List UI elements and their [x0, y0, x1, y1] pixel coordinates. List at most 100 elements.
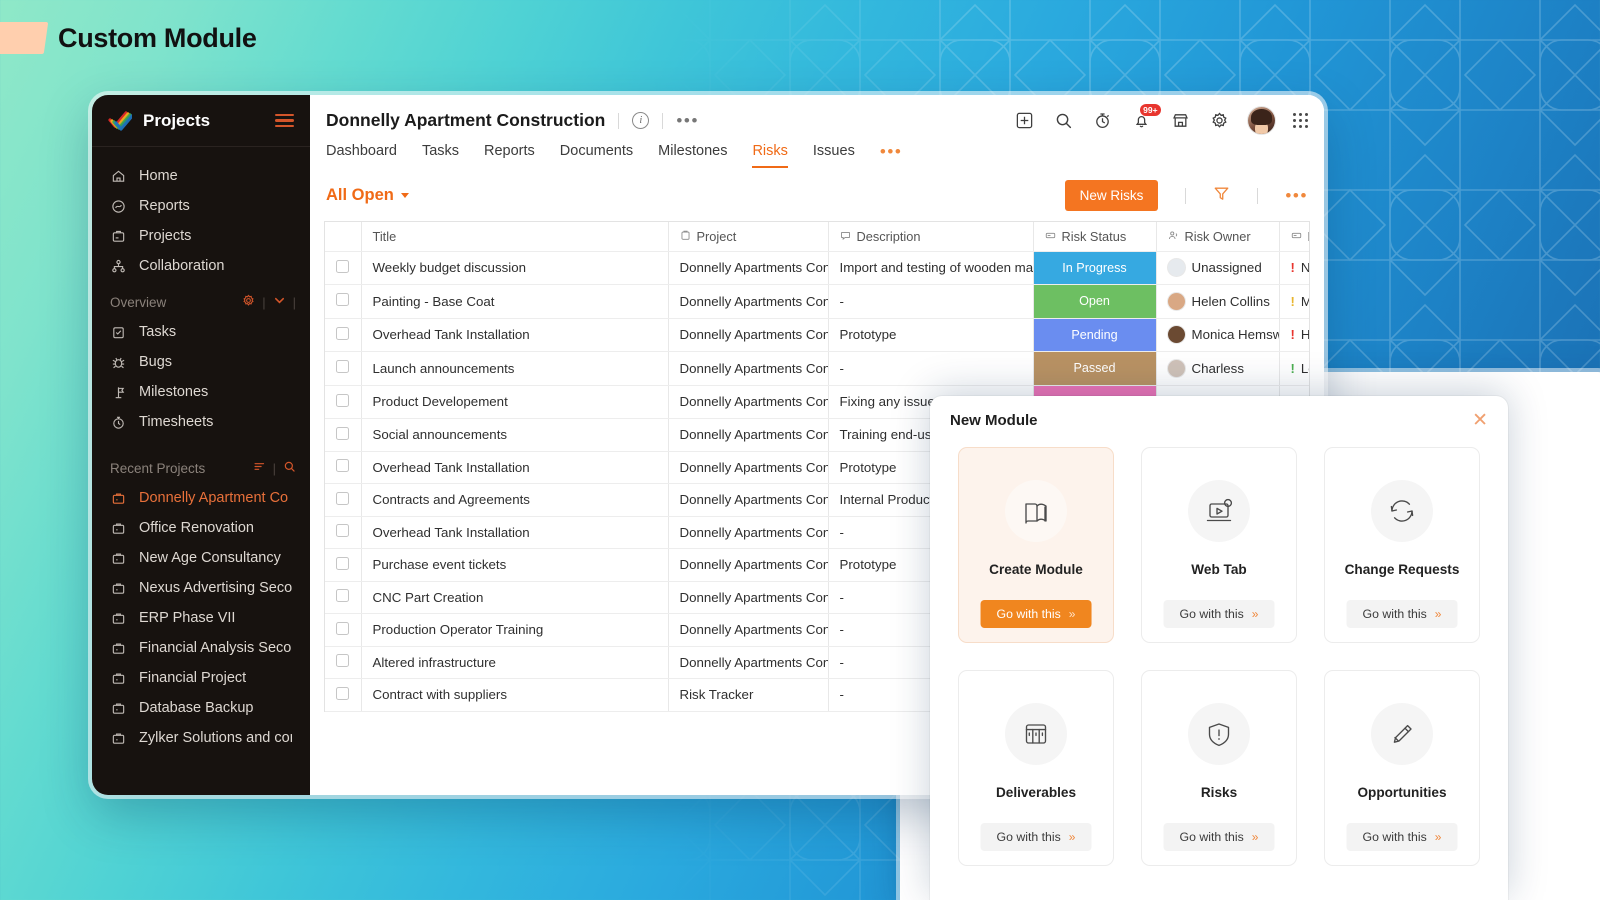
go-with-this-button[interactable]: Go with this » — [1163, 600, 1275, 628]
cell-risk-owner[interactable]: Helen Collins — [1156, 284, 1280, 319]
sidebar-project-item[interactable]: Donnelly Apartment Co — [92, 483, 310, 513]
cell-risk-status[interactable]: Pending — [1033, 318, 1157, 352]
module-card-create-module[interactable]: Create Module Go with this » — [958, 447, 1114, 643]
row-checkbox-cell[interactable] — [325, 646, 362, 679]
row-checkbox[interactable] — [336, 589, 350, 603]
project-more-icon[interactable]: ••• — [676, 112, 699, 129]
row-checkbox[interactable] — [336, 556, 350, 570]
row-checkbox-cell[interactable] — [325, 581, 362, 614]
go-with-this-button[interactable]: Go with this » — [980, 600, 1092, 628]
sidebar-item-home[interactable]: Home — [92, 161, 310, 191]
row-checkbox[interactable] — [336, 524, 350, 538]
row-checkbox[interactable] — [336, 293, 350, 307]
search-icon[interactable] — [283, 460, 296, 476]
row-checkbox-cell[interactable] — [325, 385, 362, 419]
sidebar-item-tasks[interactable]: Tasks — [92, 317, 310, 347]
cell-priority[interactable]: ! Low — [1279, 351, 1309, 386]
module-card-opportunities[interactable]: Opportunities Go with this » — [1324, 670, 1480, 866]
tab-risks[interactable]: Risks — [752, 143, 788, 168]
row-checkbox[interactable] — [336, 326, 350, 340]
sidebar-project-item[interactable]: Financial Analysis Secon — [92, 633, 310, 663]
row-checkbox[interactable] — [336, 393, 350, 407]
go-with-this-button[interactable]: Go with this » — [1346, 823, 1458, 851]
funnel-icon[interactable] — [1213, 185, 1230, 207]
cell-title[interactable]: CNC Part Creation — [361, 581, 669, 614]
table-row[interactable]: Weekly budget discussion Donnelly Apartme… — [325, 251, 1309, 285]
sidebar-project-item[interactable]: New Age Consultancy — [92, 543, 310, 573]
cell-risk-owner[interactable]: Unassigned — [1156, 251, 1280, 285]
row-checkbox-cell[interactable] — [325, 418, 362, 452]
toolbar-more-icon[interactable]: ••• — [1285, 187, 1308, 204]
view-filter-dropdown[interactable]: All Open — [326, 186, 409, 205]
cell-risk-status[interactable]: Passed — [1033, 351, 1157, 386]
marketplace-icon[interactable] — [1170, 110, 1191, 131]
sidebar-toggle-icon[interactable] — [275, 113, 294, 128]
cell-title[interactable]: Weekly budget discussion — [361, 251, 669, 285]
gear-icon[interactable] — [1209, 110, 1230, 131]
notifications-bell-icon[interactable]: 99+ — [1131, 104, 1162, 131]
row-checkbox-cell[interactable] — [325, 351, 362, 386]
cell-risk-owner[interactable]: Charless — [1156, 351, 1280, 386]
row-checkbox-cell[interactable] — [325, 284, 362, 319]
table-row[interactable]: Painting - Base Coat Donnelly Apartments … — [325, 284, 1309, 319]
column-header-risk-owner[interactable]: Risk Owner — [1156, 222, 1280, 252]
apps-grid-icon[interactable] — [1292, 112, 1308, 129]
cell-priority[interactable]: ! None — [1279, 251, 1309, 285]
cell-title[interactable]: Production Operator Training — [361, 613, 669, 647]
cell-title[interactable]: Overhead Tank Installation — [361, 516, 669, 549]
sidebar-item-reports[interactable]: Reports — [92, 191, 310, 221]
cell-priority[interactable]: ! Medium — [1279, 284, 1309, 319]
tab-milestones[interactable]: Milestones — [658, 143, 727, 168]
cell-title[interactable]: Contract with suppliers — [361, 678, 669, 712]
user-avatar[interactable] — [1247, 107, 1275, 134]
column-header-risk-status[interactable]: Risk Status — [1033, 222, 1157, 252]
row-checkbox-cell[interactable] — [325, 483, 362, 517]
table-row[interactable]: Launch announcements Donnelly Apartments … — [325, 351, 1309, 386]
sidebar-project-item[interactable]: ERP Phase VII — [92, 603, 310, 633]
sidebar-item-milestones[interactable]: Milestones — [92, 377, 310, 407]
cell-priority[interactable]: ! High — [1279, 318, 1309, 352]
tab-reports[interactable]: Reports — [484, 143, 535, 168]
tab-documents[interactable]: Documents — [560, 143, 633, 168]
cell-risk-status[interactable]: In Progress — [1033, 251, 1157, 285]
row-checkbox-cell[interactable] — [325, 678, 362, 712]
row-checkbox-cell[interactable] — [325, 548, 362, 582]
sidebar-item-bugs[interactable]: Bugs — [92, 347, 310, 377]
module-card-risks[interactable]: Risks Go with this » — [1141, 670, 1297, 866]
cell-title[interactable]: Painting - Base Coat — [361, 284, 669, 319]
gear-icon[interactable] — [242, 294, 255, 310]
column-header-priority[interactable]: P — [1279, 222, 1309, 252]
new-risks-button[interactable]: New Risks — [1064, 180, 1159, 211]
tab-dashboard[interactable]: Dashboard — [326, 143, 397, 168]
row-checkbox-cell[interactable] — [325, 451, 362, 484]
cell-title[interactable]: Social announcements — [361, 418, 669, 452]
sidebar-project-item[interactable]: Office Renovation — [92, 513, 310, 543]
row-checkbox-cell[interactable] — [325, 318, 362, 352]
go-with-this-button[interactable]: Go with this » — [1163, 823, 1275, 851]
row-checkbox[interactable] — [336, 491, 350, 505]
row-checkbox[interactable] — [336, 360, 350, 374]
cell-risk-status[interactable]: Open — [1033, 284, 1157, 319]
cell-title[interactable]: Altered infrastructure — [361, 646, 669, 679]
close-icon[interactable]: ✕ — [1472, 411, 1488, 430]
sidebar-item-collaboration[interactable]: Collaboration — [92, 251, 310, 281]
chevron-down-icon[interactable] — [273, 294, 286, 310]
row-checkbox-cell[interactable] — [325, 251, 362, 285]
timer-icon[interactable] — [1092, 110, 1113, 131]
row-checkbox[interactable] — [336, 459, 350, 473]
add-box-icon[interactable] — [1014, 110, 1035, 131]
go-with-this-button[interactable]: Go with this » — [1346, 600, 1458, 628]
column-header-title[interactable]: Title — [361, 222, 669, 252]
cell-title[interactable]: Overhead Tank Installation — [361, 451, 669, 484]
cell-title[interactable]: Launch announcements — [361, 351, 669, 386]
cell-title[interactable]: Contracts and Agreements — [361, 483, 669, 517]
column-header-description[interactable]: Description — [828, 222, 1034, 252]
sidebar-project-item[interactable]: Financial Project — [92, 663, 310, 693]
cell-risk-owner[interactable]: Monica Hemsw — [1156, 318, 1280, 352]
search-icon[interactable] — [1053, 110, 1074, 131]
row-checkbox[interactable] — [336, 686, 350, 700]
module-card-web-tab[interactable]: Web Tab Go with this » — [1141, 447, 1297, 643]
tabs-more-icon[interactable]: ••• — [880, 143, 903, 163]
module-card-change-requests[interactable]: Change Requests Go with this » — [1324, 447, 1480, 643]
row-checkbox[interactable] — [336, 654, 350, 668]
